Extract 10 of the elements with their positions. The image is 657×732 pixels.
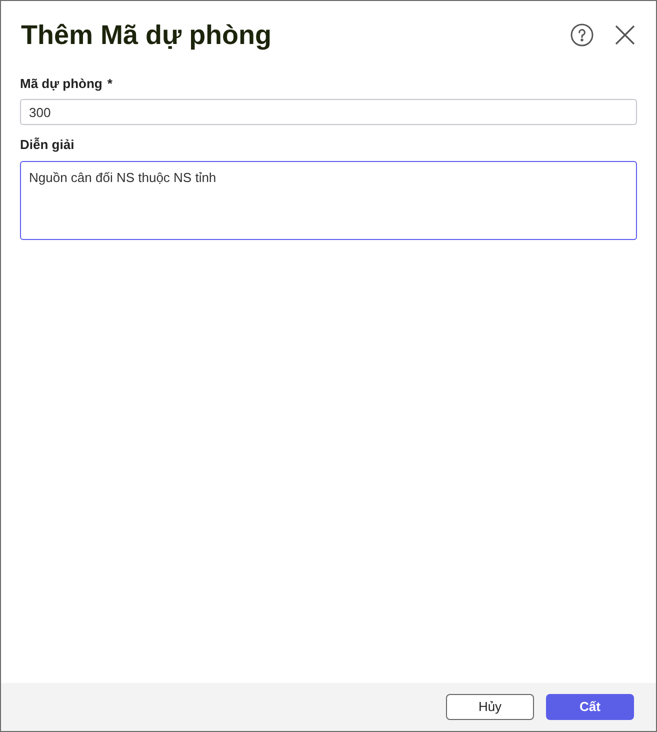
cancel-button[interactable]: Hủy	[446, 694, 534, 720]
help-icon[interactable]	[570, 23, 594, 48]
save-button[interactable]: Cất	[546, 694, 634, 720]
field-label: Mã dự phòng	[20, 74, 102, 93]
required-mark: *	[107, 74, 112, 92]
close-icon[interactable]	[614, 24, 636, 46]
text-area-field[interactable]: Nguồn cân đối NS thuộc NS tỉnh	[20, 160, 637, 240]
dialog-title: Thêm Mã dự phòng	[21, 19, 272, 52]
field-label: Diễn giải	[20, 136, 74, 154]
input-field[interactable]: 300	[20, 99, 637, 125]
